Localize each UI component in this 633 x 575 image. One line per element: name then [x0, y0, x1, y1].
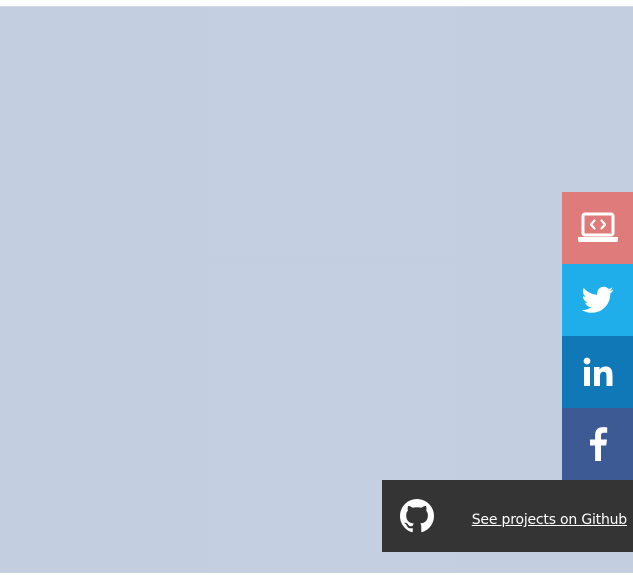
linkedin-button[interactable]: [562, 336, 633, 408]
laptop-code-icon: [577, 212, 618, 242]
facebook-button[interactable]: [562, 408, 633, 480]
github-icon: [400, 499, 434, 533]
facebook-icon: [589, 427, 607, 461]
linkedin-icon: [583, 357, 612, 386]
github-bar[interactable]: See projects on Github: [382, 480, 633, 552]
social-rail: [562, 192, 633, 480]
twitter-button[interactable]: [562, 264, 633, 336]
background-panel: [207, 7, 457, 257]
github-link[interactable]: See projects on Github: [472, 512, 627, 528]
twitter-icon: [581, 286, 613, 313]
portfolio-button[interactable]: [562, 192, 633, 264]
